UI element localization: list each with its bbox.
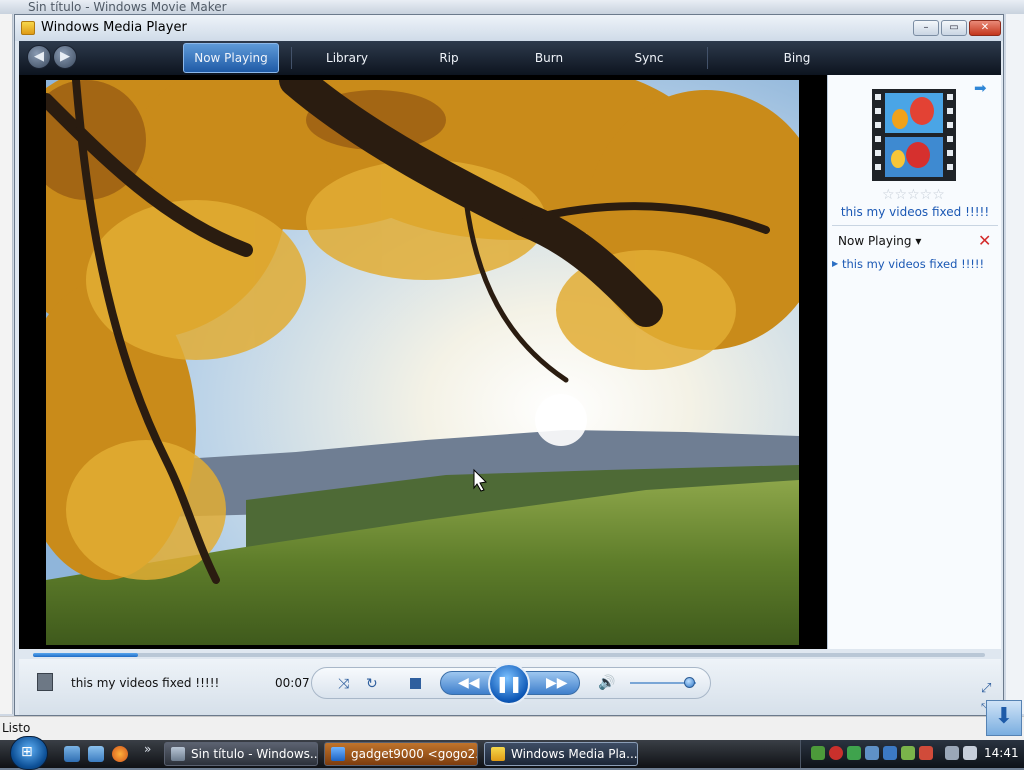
- tray-check-icon[interactable]: [847, 746, 861, 760]
- transport-control-group: ⤨ ↻ ◀◀ ▶▶ ❚❚ 🔊: [311, 663, 711, 705]
- now-playing-list-pane: ➡ ☆☆☆☆☆ this my videos fixed !!!!! Now P…: [827, 75, 1001, 649]
- nav-separator: [707, 47, 708, 69]
- chat-icon: [331, 747, 345, 761]
- tray-monitor-icon[interactable]: [883, 746, 897, 760]
- stop-button[interactable]: [410, 678, 421, 689]
- show-desktop-icon[interactable]: [64, 746, 80, 762]
- playback-controls: this my videos fixed !!!!! 00:07 ⤨ ↻ ◀◀ …: [19, 659, 1001, 715]
- fullscreen-icon[interactable]: ⤢: [981, 681, 991, 696]
- wmp-logo-icon: [21, 21, 35, 35]
- mute-button[interactable]: 🔊: [598, 675, 615, 691]
- tray-alert-icon[interactable]: [919, 746, 933, 760]
- maximize-button[interactable]: ▭: [941, 20, 967, 36]
- rating-stars[interactable]: ☆☆☆☆☆: [882, 187, 945, 203]
- taskbar-item-label: Windows Media Pla...: [511, 747, 638, 761]
- start-button[interactable]: ⊞: [10, 736, 48, 770]
- status-text: Listo: [2, 721, 31, 735]
- repeat-button[interactable]: ↻: [366, 677, 378, 691]
- quicklaunch-more-icon[interactable]: »: [144, 742, 151, 756]
- taskbar-item-wmp[interactable]: Windows Media Pla...: [484, 742, 638, 766]
- background-app-titlebar[interactable]: Sin título - Windows Movie Maker: [0, 0, 1024, 14]
- tab-rip[interactable]: Rip: [419, 41, 479, 75]
- film-strip-icon: [872, 89, 956, 181]
- background-app-left-ruler: [0, 14, 13, 714]
- close-button[interactable]: ✕: [969, 20, 1001, 36]
- next-button[interactable]: ▶▶: [546, 675, 568, 691]
- nav-separator: [291, 47, 292, 69]
- video-display[interactable]: [19, 75, 827, 649]
- previous-button[interactable]: ◀◀: [458, 675, 480, 691]
- tab-now-playing[interactable]: Now Playing: [183, 43, 279, 73]
- background-app-title: Sin título - Windows Movie Maker: [28, 0, 227, 14]
- tray-network-icon[interactable]: [811, 746, 825, 760]
- windows-logo-icon: ⊞: [21, 744, 33, 760]
- movie-maker-icon: [171, 747, 185, 761]
- clock[interactable]: 14:41: [984, 746, 1019, 760]
- back-button[interactable]: ◀: [27, 45, 51, 69]
- tab-bing[interactable]: Bing: [757, 41, 837, 75]
- seek-slider[interactable]: [33, 653, 985, 657]
- tray-security-icon[interactable]: [829, 746, 843, 760]
- play-indicator-icon: ▶: [832, 259, 839, 268]
- current-media-title: this my videos fixed !!!!!: [71, 676, 220, 690]
- elapsed-time[interactable]: 00:07: [275, 676, 310, 690]
- wmp-titlebar[interactable]: Windows Media Player – ▭ ✕: [15, 15, 1003, 41]
- firefox-icon[interactable]: [112, 746, 128, 762]
- volume-slider-knob[interactable]: [683, 677, 695, 688]
- taskbar-item-label: Sin título - Windows...: [191, 747, 318, 761]
- tray-updates-icon[interactable]: [901, 746, 915, 760]
- minimize-button[interactable]: –: [913, 20, 939, 36]
- arrow-right-icon[interactable]: ➡: [974, 79, 987, 97]
- shuffle-button[interactable]: ⤨: [338, 677, 349, 691]
- window-title: Windows Media Player: [41, 20, 187, 35]
- navigation-bar: ◀ ▶ Now Playing Library Rip Burn Sync Bi…: [19, 41, 1001, 75]
- pane-media-title[interactable]: this my videos fixed !!!!!: [828, 205, 1002, 219]
- seek-progress: [33, 653, 138, 657]
- tray-app-icon[interactable]: [865, 746, 879, 760]
- switch-windows-icon[interactable]: [88, 746, 104, 762]
- video-frame: [46, 80, 799, 645]
- tab-sync[interactable]: Sync: [617, 41, 681, 75]
- background-app-right-edge: [1006, 14, 1024, 714]
- media-file-icon: [37, 673, 53, 691]
- forward-button[interactable]: ▶: [53, 45, 77, 69]
- wmp-window: Windows Media Player – ▭ ✕ ◀ ▶ Now Playi…: [14, 14, 1004, 716]
- pane-divider: [832, 225, 998, 226]
- download-arrow-icon[interactable]: ⬇: [986, 700, 1022, 736]
- taskbar-item-label: gadget9000 <gogo2...: [351, 747, 478, 761]
- list-options-button[interactable]: Now Playing ▾: [838, 234, 921, 248]
- taskbar: ⊞ » Sin título - Windows... gadget9000 <…: [0, 736, 1024, 770]
- tray-volume-icon[interactable]: [963, 746, 977, 760]
- tab-library[interactable]: Library: [311, 41, 383, 75]
- video-frame-image: [46, 80, 799, 645]
- tab-burn[interactable]: Burn: [517, 41, 581, 75]
- tray-network-status-icon[interactable]: [945, 746, 959, 760]
- playlist-item[interactable]: this my videos fixed !!!!!: [842, 257, 984, 271]
- pause-button[interactable]: ❚❚: [488, 663, 530, 705]
- taskbar-item-movie-maker[interactable]: Sin título - Windows...: [164, 742, 318, 766]
- wmp-logo-icon: [491, 747, 505, 761]
- taskbar-item-gadget[interactable]: gadget9000 <gogo2...: [324, 742, 478, 766]
- clear-list-icon[interactable]: ✕: [978, 231, 991, 250]
- background-app-statusbar: Listo: [0, 716, 1024, 741]
